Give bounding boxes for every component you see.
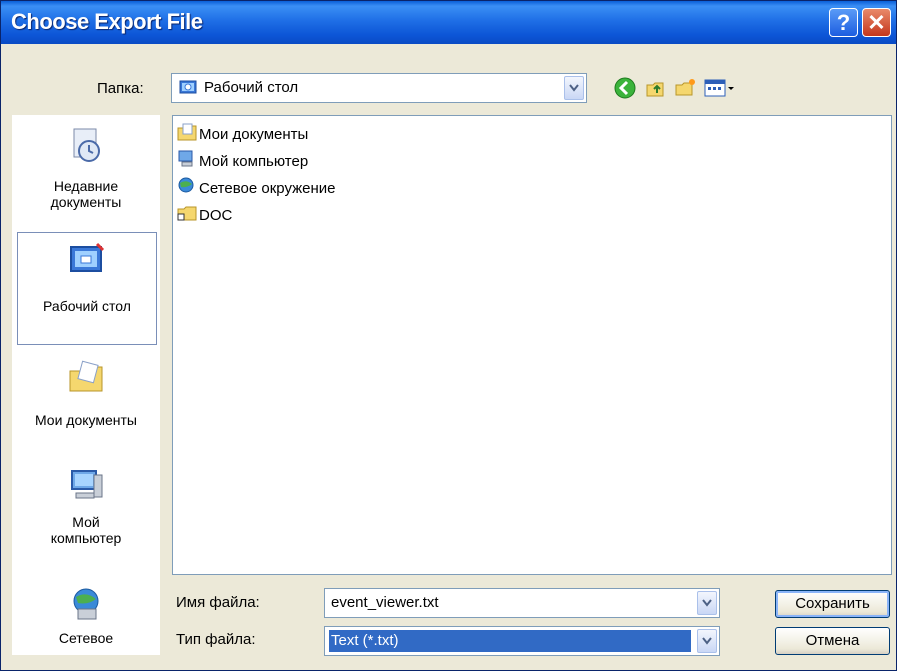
place-recent-label-2: документы [50, 194, 122, 210]
filetype-label: Тип файла: [176, 631, 256, 648]
filename-combo[interactable]: event_viewer.txt [324, 588, 720, 618]
desktop-small-icon [178, 78, 198, 103]
place-desktop[interactable]: Рабочий стол [17, 232, 157, 345]
list-item[interactable]: Мои документы [177, 122, 308, 146]
network-large-icon [66, 585, 106, 628]
my-computer-large-icon [66, 465, 106, 508]
place-my-documents-label: Мои документы [34, 412, 137, 428]
file-name: DOC [199, 206, 233, 224]
list-item[interactable]: Мой компьютер [177, 149, 308, 173]
export-dialog: Choose Export File ? ✕ Папка: Рабочий ст… [0, 0, 897, 671]
save-button[interactable]: Сохранить [775, 590, 890, 618]
file-list[interactable]: Мои документы Мой компьютер Сетевое окру… [172, 115, 892, 575]
cancel-button[interactable]: Отмена [775, 627, 890, 655]
lookin-dropdown-button[interactable] [564, 76, 584, 100]
folder-icon [177, 204, 199, 226]
close-button[interactable]: ✕ [862, 8, 891, 37]
filename-dropdown-button[interactable] [697, 591, 717, 615]
lookin-combo[interactable]: Рабочий стол [171, 73, 587, 103]
place-recent-label-1: Недавние [53, 178, 119, 194]
recent-documents-icon [66, 125, 106, 168]
place-my-computer[interactable]: Мой компьютер [12, 459, 160, 569]
place-my-computer-label-1: Мой [72, 514, 100, 530]
list-item[interactable]: DOC [177, 203, 232, 227]
place-recent[interactable]: Недавние документы [12, 119, 160, 229]
window-title: Choose Export File [11, 9, 203, 34]
my-computer-icon [177, 150, 199, 172]
list-item[interactable]: Сетевое окружение [177, 176, 336, 200]
filetype-dropdown-button[interactable] [697, 629, 717, 653]
file-name: Сетевое окружение [199, 179, 336, 197]
filename-label: Имя файла: [176, 594, 260, 611]
lookin-label: Папка: [97, 80, 144, 97]
view-menu-icon[interactable] [703, 76, 737, 102]
lookin-value: Рабочий стол [204, 79, 299, 96]
file-name: Мои документы [199, 125, 309, 143]
place-my-computer-label-2: компьютер [50, 530, 122, 546]
filetype-combo[interactable]: Text (*.txt) [324, 626, 720, 656]
place-network-label: Сетевое [58, 630, 114, 646]
up-folder-icon[interactable] [643, 76, 669, 102]
filetype-value: Text (*.txt) [329, 630, 691, 652]
my-documents-folder-icon [66, 357, 106, 400]
my-documents-icon [177, 123, 199, 145]
network-icon [177, 177, 199, 199]
help-button[interactable]: ? [829, 8, 858, 37]
place-desktop-label: Рабочий стол [43, 298, 131, 314]
place-network[interactable]: Сетевое [12, 579, 160, 655]
title-bar[interactable]: Choose Export File ? ✕ [1, 1, 896, 44]
file-name: Мой компьютер [199, 152, 309, 170]
back-icon[interactable] [613, 76, 639, 102]
desktop-icon [67, 241, 107, 284]
place-my-documents[interactable]: Мои документы [12, 351, 160, 461]
filename-input[interactable]: event_viewer.txt [331, 594, 439, 611]
new-folder-icon[interactable] [673, 76, 699, 102]
